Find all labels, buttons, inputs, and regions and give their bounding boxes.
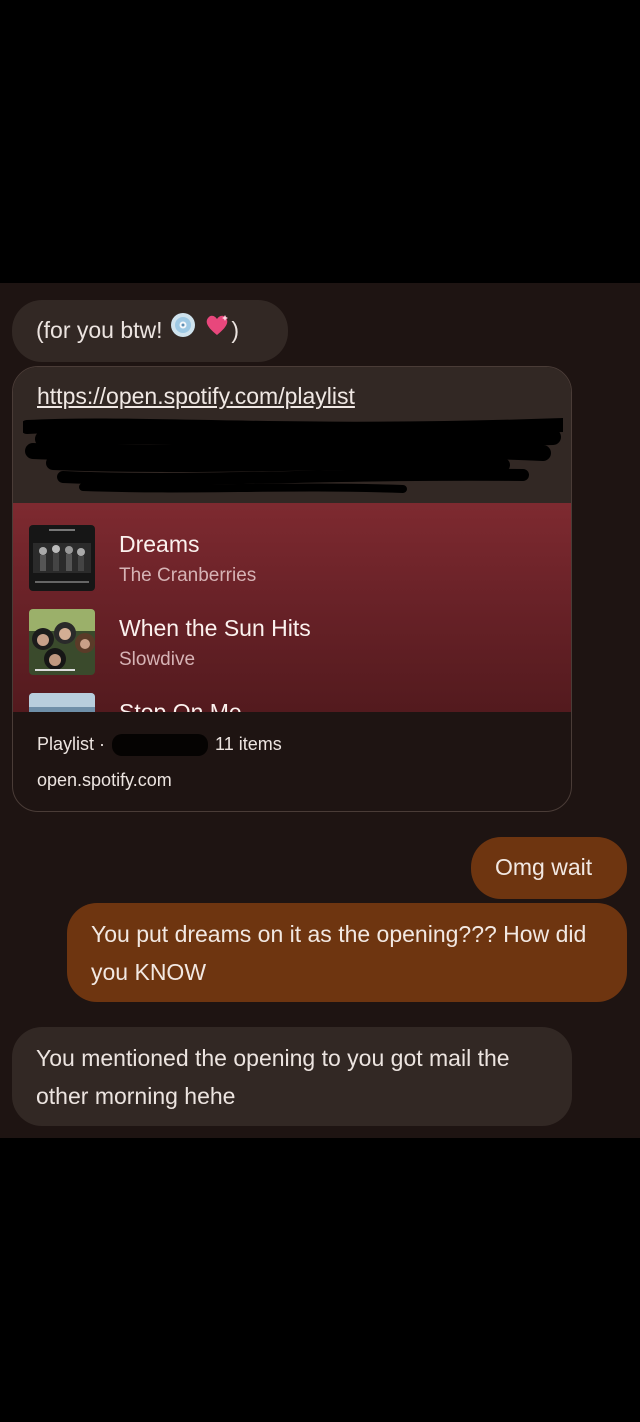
outgoing-message-bubble[interactable]: You put dreams on it as the opening??? H…	[67, 903, 627, 1002]
playlist-meta: Playlist · 11 items	[37, 734, 282, 757]
conversation-area: (for you btw! ) https://open.spotify.com…	[0, 283, 640, 1138]
heart-emoji-icon	[204, 311, 230, 349]
incoming-message-bubble[interactable]: (for you btw! )	[12, 300, 288, 362]
message-text: Omg wait	[495, 854, 593, 880]
track-artist: The Cranberries	[119, 565, 257, 586]
playlist-preview: Dreams The Cranberries When the Sun Hits…	[13, 503, 571, 712]
album-art-image	[29, 693, 95, 712]
disc-emoji-icon	[170, 311, 196, 349]
incoming-message-bubble[interactable]: You mentioned the opening to you got mai…	[12, 1027, 572, 1126]
track-row[interactable]: Dreams The Cranberries	[29, 521, 549, 591]
link-preview-footer: Playlist · 11 items open.spotify.com	[13, 712, 571, 811]
message-text: You mentioned the opening to you got mai…	[36, 1045, 510, 1109]
track-title: Stop On Me	[119, 699, 242, 712]
link-domain: open.spotify.com	[37, 770, 172, 790]
redaction-scribble	[23, 418, 563, 493]
outgoing-message-bubble[interactable]: Omg wait	[471, 837, 627, 899]
link-text-area: https://open.spotify.com/playlist	[13, 367, 571, 503]
track-title: When the Sun Hits	[119, 615, 311, 641]
track-row[interactable]: When the Sun Hits Slowdive	[29, 605, 549, 675]
album-art-image	[29, 609, 95, 675]
track-row[interactable]: Stop On Me	[29, 689, 549, 712]
message-text: (for you btw!	[36, 317, 163, 343]
playlist-url-link[interactable]: https://open.spotify.com/playlist	[37, 381, 355, 411]
album-art-image	[29, 525, 95, 591]
message-text-end: )	[231, 317, 239, 343]
message-text: You put dreams on it as the opening??? H…	[91, 921, 587, 985]
meta-prefix: Playlist ·	[37, 734, 106, 754]
track-artist: Slowdive	[119, 649, 196, 670]
spotify-link-preview-card[interactable]: https://open.spotify.com/playlist Dreams…	[12, 366, 572, 812]
item-count: 11 items	[215, 734, 282, 754]
redaction-mark	[112, 734, 209, 757]
track-title: Dreams	[119, 531, 200, 557]
